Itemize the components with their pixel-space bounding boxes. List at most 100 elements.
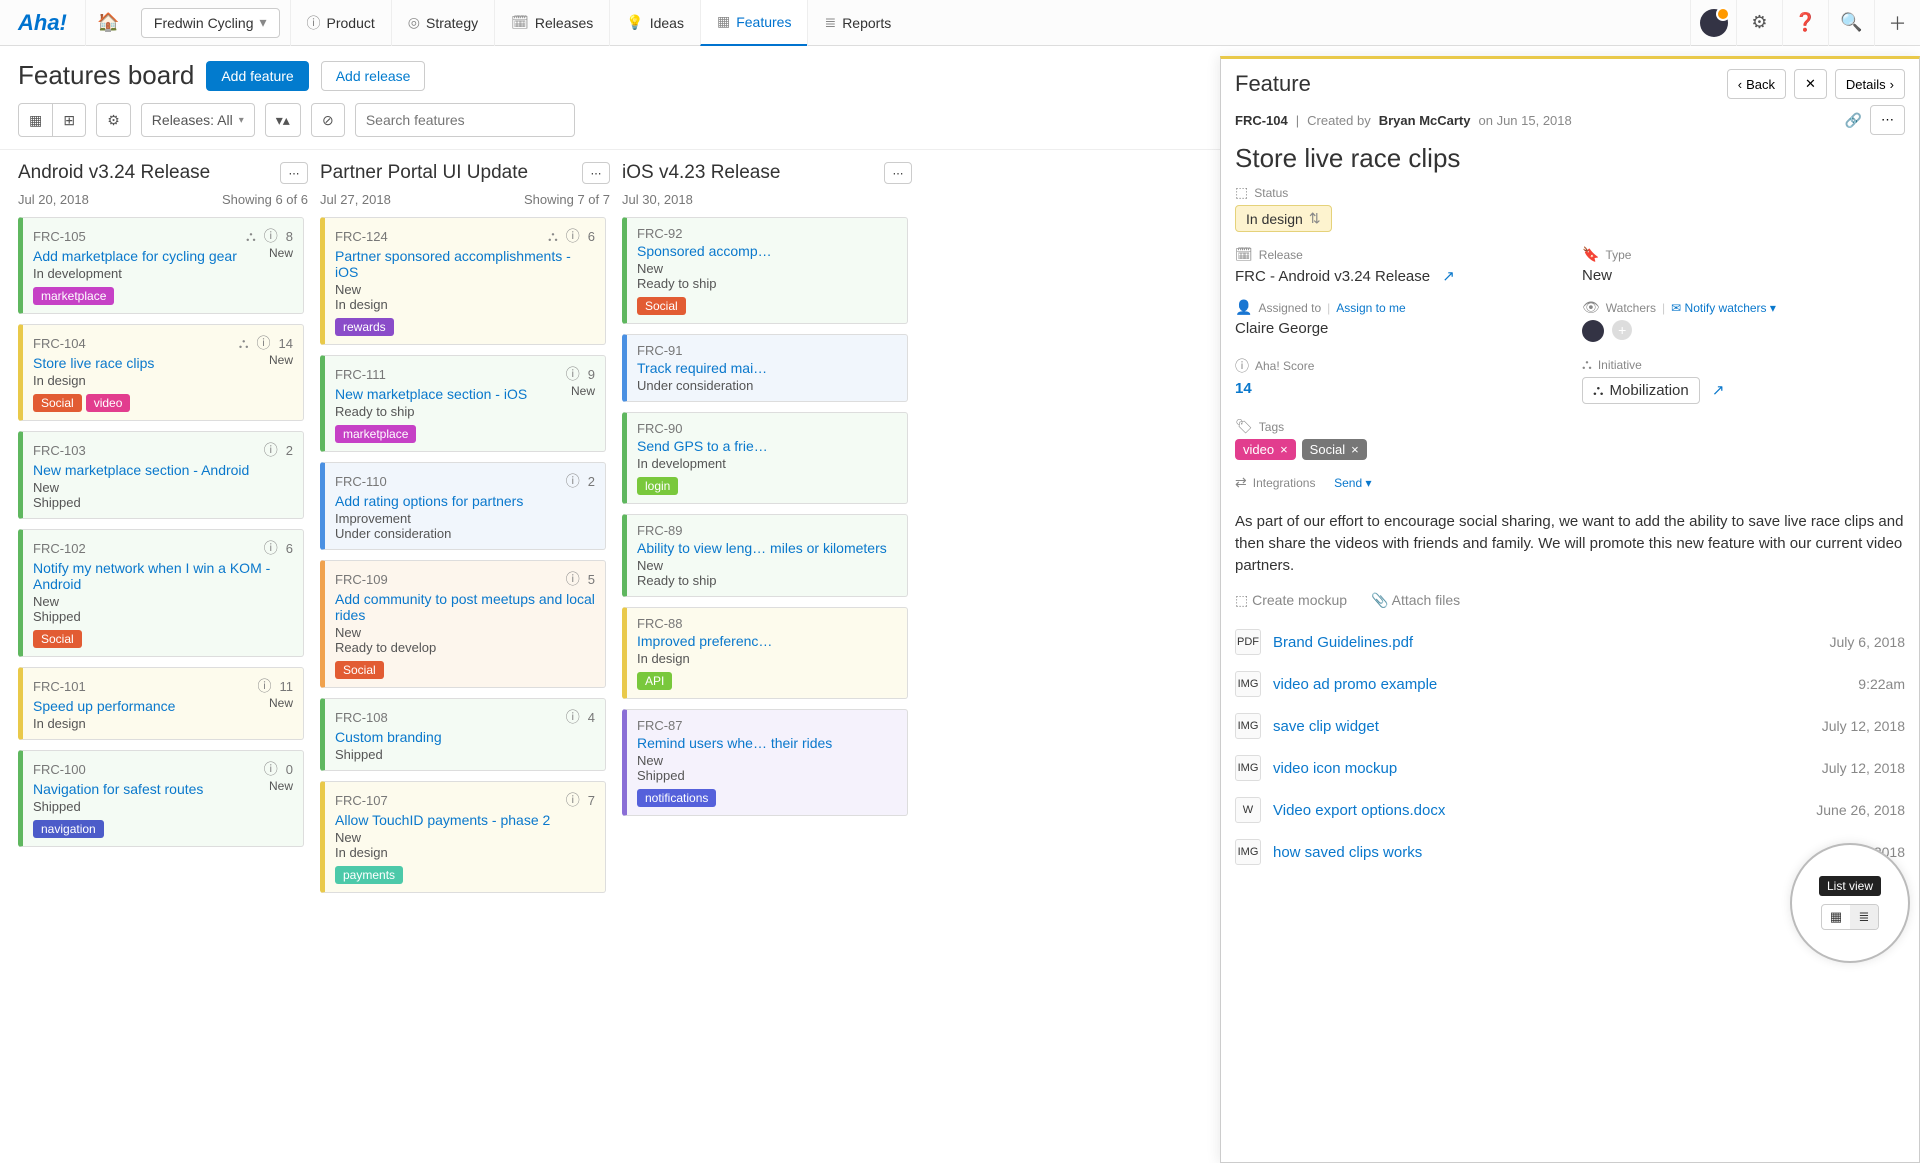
- add-icon[interactable]: ＋: [1874, 0, 1920, 46]
- feature-card[interactable]: FRC-107ⓘ7Allow TouchID payments - phase …: [320, 781, 606, 893]
- feature-card[interactable]: FRC-92Sponsored accomp…NewReady to shipS…: [622, 217, 908, 324]
- close-button[interactable]: ✕: [1794, 69, 1827, 99]
- column-menu-button[interactable]: ⋯: [884, 162, 912, 184]
- column-menu-button[interactable]: ⋯: [582, 162, 610, 184]
- user-avatar[interactable]: [1690, 0, 1736, 46]
- feature-card[interactable]: FRC-101ⓘ11Speed up performanceNewIn desi…: [18, 667, 304, 740]
- send-integration-link[interactable]: Send ▾: [1334, 476, 1371, 490]
- help-icon[interactable]: ❓: [1782, 0, 1828, 46]
- card-name[interactable]: Add rating options for partners: [335, 493, 595, 509]
- card-name[interactable]: Improved preferenc…: [637, 633, 897, 649]
- feature-card[interactable]: FRC-89Ability to view leng… miles or kil…: [622, 514, 908, 597]
- feature-card[interactable]: FRC-111ⓘ9New marketplace section - iOSNe…: [320, 355, 606, 452]
- settings-icon[interactable]: ⚙: [1736, 0, 1782, 46]
- card-name[interactable]: Speed up performance: [33, 698, 261, 714]
- card-name[interactable]: Send GPS to a frie…: [637, 438, 897, 454]
- nav-strategy[interactable]: ◎Strategy: [391, 0, 494, 46]
- feature-title[interactable]: Store live race clips: [1221, 143, 1919, 184]
- feature-card[interactable]: FRC-105⛬ⓘ8Add marketplace for cycling ge…: [18, 217, 304, 314]
- card-name[interactable]: Custom branding: [335, 729, 595, 745]
- list-view-icon[interactable]: ≣: [1850, 905, 1878, 929]
- clear-filter-icon[interactable]: ⊘: [311, 103, 345, 137]
- card-name[interactable]: Notify my network when I win a KOM - And…: [33, 560, 293, 592]
- feature-card[interactable]: FRC-103ⓘ2New marketplace section - Andro…: [18, 431, 304, 519]
- feature-card[interactable]: FRC-124⛬ⓘ6Partner sponsored accomplishme…: [320, 217, 606, 345]
- attachment-row[interactable]: IMGsave clip widgetJuly 12, 2018: [1235, 705, 1905, 747]
- attachment-row[interactable]: PDFBrand Guidelines.pdfJuly 6, 2018: [1235, 621, 1905, 663]
- home-icon[interactable]: 🏠: [85, 0, 131, 46]
- grid-view-icon[interactable]: ▦: [1822, 905, 1850, 929]
- notify-watchers-link[interactable]: ✉ Notify watchers ▾: [1671, 301, 1776, 315]
- card-name[interactable]: New marketplace section - iOS: [335, 386, 563, 402]
- remove-tag-icon[interactable]: ×: [1280, 442, 1288, 457]
- card-name[interactable]: Remind users whe… their rides: [637, 735, 897, 751]
- card-name[interactable]: Add marketplace for cycling gear: [33, 248, 261, 264]
- file-name[interactable]: video icon mockup: [1273, 760, 1810, 777]
- add-watcher-button[interactable]: +: [1612, 320, 1632, 340]
- card-name[interactable]: Add community to post meetups and local …: [335, 591, 595, 623]
- view-grid-icon[interactable]: ⊞: [52, 103, 86, 137]
- card-name[interactable]: Track required mai…: [637, 360, 897, 376]
- nav-features[interactable]: ▦Features: [700, 0, 807, 46]
- tags-container[interactable]: video × Social ×: [1235, 439, 1558, 460]
- attachment-row[interactable]: WVideo export options.docxJune 26, 2018: [1235, 789, 1905, 831]
- tag-pill[interactable]: Social ×: [1302, 439, 1367, 460]
- add-release-button[interactable]: Add release: [321, 61, 426, 91]
- status-select[interactable]: In design ⇅: [1235, 205, 1332, 232]
- initiative-pill[interactable]: ⛬ Mobilization: [1582, 377, 1700, 404]
- feature-card[interactable]: FRC-109ⓘ5Add community to post meetups a…: [320, 560, 606, 688]
- initiative-open-icon[interactable]: ↗: [1712, 382, 1725, 399]
- card-name[interactable]: Navigation for safest routes: [33, 781, 261, 797]
- file-name[interactable]: Video export options.docx: [1273, 802, 1804, 819]
- card-name[interactable]: Ability to view leng… miles or kilometer…: [637, 540, 897, 556]
- feature-card[interactable]: FRC-108ⓘ4Custom brandingShipped: [320, 698, 606, 771]
- card-name[interactable]: New marketplace section - Android: [33, 462, 293, 478]
- card-name[interactable]: Allow TouchID payments - phase 2: [335, 812, 595, 828]
- nav-ideas[interactable]: 💡Ideas: [609, 0, 700, 46]
- feature-card[interactable]: FRC-90Send GPS to a frie…In developmentl…: [622, 412, 908, 504]
- view-board-icon[interactable]: ▦: [18, 103, 53, 137]
- feature-card[interactable]: FRC-110ⓘ2Add rating options for partners…: [320, 462, 606, 550]
- attachment-row[interactable]: IMGvideo icon mockupJuly 12, 2018: [1235, 747, 1905, 789]
- back-button[interactable]: ‹ Back: [1727, 69, 1786, 99]
- release-open-icon[interactable]: ↗: [1442, 268, 1455, 285]
- file-name[interactable]: save clip widget: [1273, 718, 1810, 735]
- nav-reports[interactable]: ≣Reports: [807, 0, 907, 46]
- column-menu-button[interactable]: ⋯: [280, 162, 308, 184]
- search-icon[interactable]: 🔍: [1828, 0, 1874, 46]
- feature-card[interactable]: FRC-104⛬ⓘ14Store live race clipsNewIn de…: [18, 324, 304, 421]
- nav-releases[interactable]: 🗓Releases: [494, 0, 609, 46]
- file-name[interactable]: video ad promo example: [1273, 676, 1846, 693]
- feature-card[interactable]: FRC-88Improved preferenc…In designAPI: [622, 607, 908, 699]
- add-feature-button[interactable]: Add feature: [206, 61, 308, 91]
- filter-icon[interactable]: ▾▴: [265, 103, 301, 137]
- nav-product[interactable]: ⓘProduct: [290, 0, 391, 46]
- file-name[interactable]: Brand Guidelines.pdf: [1273, 634, 1818, 651]
- feature-card[interactable]: FRC-87Remind users whe… their ridesNewSh…: [622, 709, 908, 816]
- file-name[interactable]: how saved clips works: [1273, 844, 1818, 861]
- search-features-input[interactable]: [355, 103, 575, 137]
- tag-pill[interactable]: video ×: [1235, 439, 1296, 460]
- workspace-select[interactable]: Fredwin Cycling ▾: [141, 8, 280, 38]
- more-menu-button[interactable]: ⋯: [1870, 105, 1905, 135]
- feature-description[interactable]: As part of our effort to encourage socia…: [1235, 511, 1905, 576]
- card-name[interactable]: Sponsored accomp…: [637, 243, 897, 259]
- watcher-avatar[interactable]: [1582, 320, 1604, 342]
- card-name[interactable]: Partner sponsored accomplishments - iOS: [335, 248, 595, 280]
- attach-files-link[interactable]: 📎 Attach files: [1371, 592, 1460, 609]
- feature-card[interactable]: FRC-102ⓘ6Notify my network when I win a …: [18, 529, 304, 657]
- attachment-row[interactable]: IMGvideo ad promo example9:22am: [1235, 663, 1905, 705]
- board-settings-icon[interactable]: ⚙: [96, 103, 131, 137]
- assign-to-me-link[interactable]: Assign to me: [1336, 301, 1405, 315]
- file-date: July 12, 2018: [1822, 760, 1905, 776]
- feature-card[interactable]: FRC-91Track required mai…Under considera…: [622, 334, 908, 402]
- file-date: 9:22am: [1858, 676, 1905, 692]
- feature-card[interactable]: FRC-100ⓘ0Navigation for safest routesNew…: [18, 750, 304, 847]
- remove-tag-icon[interactable]: ×: [1351, 442, 1359, 457]
- create-mockup-link[interactable]: ⬚ Create mockup: [1235, 592, 1347, 609]
- details-button[interactable]: Details ›: [1835, 69, 1905, 99]
- score-value[interactable]: 14: [1235, 380, 1252, 397]
- link-icon[interactable]: 🔗: [1845, 112, 1862, 129]
- card-name[interactable]: Store live race clips: [33, 355, 261, 371]
- releases-filter[interactable]: Releases: All: [141, 103, 255, 137]
